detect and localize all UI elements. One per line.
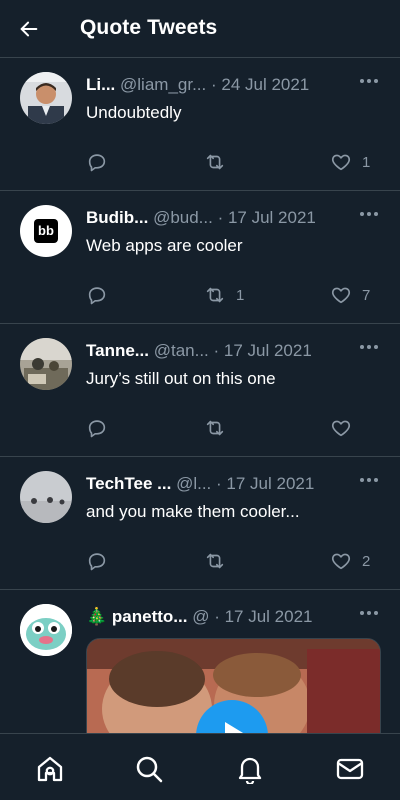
reply-icon (88, 287, 106, 305)
nav-home[interactable] (35, 754, 65, 784)
retweet-button[interactable]: 1 (204, 283, 244, 307)
tweet-header: TechTee ... @l... · 17 Jul 2021 (86, 473, 352, 495)
more-icon[interactable] (358, 473, 380, 487)
messages-icon (336, 758, 364, 780)
retweet-button[interactable] (204, 150, 236, 174)
avatar[interactable]: bb (20, 205, 72, 257)
retweet-icon (206, 154, 224, 170)
author-handle: @liam_gr... (120, 75, 207, 94)
author-handle: @bud... (153, 208, 213, 227)
avatar[interactable] (20, 72, 72, 124)
like-count: 7 (362, 286, 371, 304)
tweet-date[interactable]: 17 Jul 2021 (225, 607, 313, 626)
home-icon (37, 756, 63, 782)
tweet-header: 🎄 panetto... @ · 17 Jul 2021 (86, 606, 352, 628)
author-name[interactable]: Budib... (86, 208, 148, 227)
heart-icon (331, 553, 351, 570)
tweet-text: Web apps are cooler (86, 236, 243, 255)
like-count: 1 (362, 153, 371, 171)
tweet-actions: 1 7 (86, 283, 386, 307)
reply-icon (88, 420, 106, 438)
tweet-actions (86, 416, 386, 440)
separator: · (206, 75, 222, 94)
like-count: 2 (362, 552, 371, 570)
separator: · (211, 474, 227, 493)
like-button[interactable]: 7 (330, 283, 370, 307)
avatar[interactable] (20, 338, 72, 390)
retweet-icon (206, 553, 224, 569)
more-icon[interactable] (358, 74, 380, 88)
separator: · (209, 607, 225, 626)
tweet-text: Jury’s still out on this one (86, 369, 276, 388)
separator: · (212, 208, 228, 227)
reply-button[interactable] (86, 549, 118, 573)
tweet-header: Budib... @bud... · 17 Jul 2021 (86, 207, 352, 229)
tweet-text: and you make them cooler... (86, 502, 300, 521)
reply-icon (88, 553, 106, 571)
more-icon[interactable] (358, 606, 380, 620)
nav-search[interactable] (134, 754, 164, 784)
reply-button[interactable] (86, 416, 118, 440)
arrow-left-icon[interactable] (18, 18, 40, 40)
tweet-date[interactable]: 17 Jul 2021 (226, 474, 314, 493)
reply-button[interactable] (86, 150, 118, 174)
author-name[interactable]: panetto... (112, 607, 188, 626)
more-icon[interactable] (358, 340, 380, 354)
avatar-logo: bb (34, 219, 58, 243)
quote-tweets-list[interactable]: Li... @liam_gr... · 24 Jul 2021 Undoubte… (0, 58, 400, 733)
tweet-date[interactable]: 17 Jul 2021 (224, 341, 312, 360)
separator: · (208, 341, 224, 360)
author-name[interactable]: Li... (86, 75, 115, 94)
tweet-header: Li... @liam_gr... · 24 Jul 2021 (86, 74, 352, 96)
heart-icon (331, 154, 351, 171)
retweet-button[interactable] (204, 416, 236, 440)
like-button[interactable]: 1 (330, 150, 370, 174)
retweet-button[interactable] (204, 549, 236, 573)
nav-notifications[interactable] (235, 754, 265, 786)
reply-button[interactable] (86, 283, 118, 307)
avatar[interactable] (20, 604, 72, 656)
page-title: Quote Tweets (80, 16, 218, 39)
tweet[interactable]: Li... @liam_gr... · 24 Jul 2021 Undoubte… (0, 58, 400, 191)
like-button[interactable] (330, 416, 362, 440)
nav-messages[interactable] (335, 754, 365, 784)
author-handle: @ (192, 607, 210, 626)
tweet-text: Undoubtedly (86, 103, 182, 122)
search-icon (136, 756, 163, 783)
tweet-actions: 1 (86, 150, 386, 174)
like-button[interactable]: 2 (330, 549, 370, 573)
tweet-date[interactable]: 24 Jul 2021 (221, 75, 309, 94)
tweet-date[interactable]: 17 Jul 2021 (228, 208, 316, 227)
tweet[interactable]: TechTee ... @l... · 17 Jul 2021 and you … (0, 457, 400, 590)
more-icon[interactable] (358, 207, 380, 221)
author-name[interactable]: Tanne... (86, 341, 149, 360)
tweet[interactable]: bb Budib... @bud... · 17 Jul 2021 Web ap… (0, 191, 400, 324)
tweet-actions: 2 (86, 549, 386, 573)
heart-icon (331, 420, 351, 437)
top-bar: Quote Tweets (0, 0, 400, 58)
heart-icon (331, 287, 351, 304)
avatar[interactable] (20, 471, 72, 523)
author-name[interactable]: TechTee ... (86, 474, 171, 493)
tweet[interactable]: Tanne... @tan... · 17 Jul 2021 Jury’s st… (0, 324, 400, 457)
retweet-count: 1 (236, 286, 245, 304)
emoji: 🎄 (86, 607, 108, 626)
retweet-icon (206, 287, 224, 303)
reply-icon (88, 154, 106, 172)
notifications-icon (238, 757, 262, 786)
author-handle: @tan... (153, 341, 209, 360)
tweet-header: Tanne... @tan... · 17 Jul 2021 (86, 340, 352, 362)
retweet-icon (206, 420, 224, 436)
author-handle: @l... (176, 474, 212, 493)
bottom-navigation (0, 733, 400, 800)
